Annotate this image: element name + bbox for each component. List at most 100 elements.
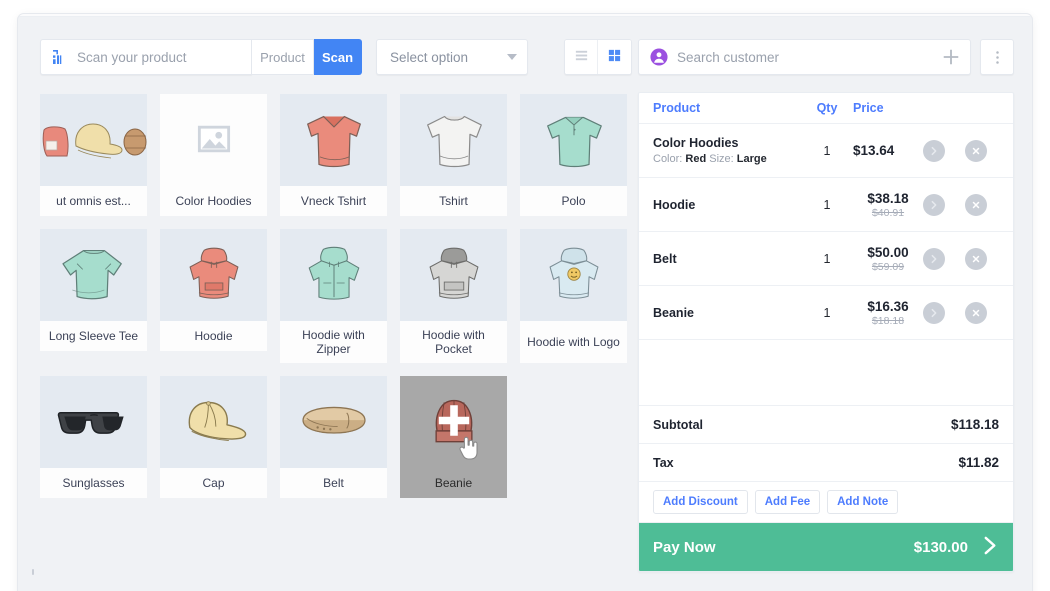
add-customer-button[interactable] [940, 46, 962, 68]
cart-row[interactable]: Hoodie 1 $38.18 $40.91 [639, 178, 1013, 232]
chevron-right-icon[interactable] [923, 247, 945, 270]
product-thumbnail [400, 229, 507, 321]
cart-item-name: Hoodie [653, 197, 696, 212]
customer-search-field[interactable] [638, 39, 971, 75]
close-circle-icon[interactable] [965, 247, 987, 270]
subtotal-value: $118.18 [950, 417, 999, 432]
product-thumbnail [160, 94, 267, 186]
product-tile[interactable]: Sunglasses [40, 376, 147, 498]
cart-card: Product Qty Price Color Hoodies Color: R… [638, 92, 1014, 572]
add-discount-button[interactable]: Add Discount [653, 490, 748, 514]
product-toolbar: Product Scan Select option [40, 39, 638, 75]
chevron-right-icon[interactable] [923, 193, 945, 216]
scan-field[interactable] [40, 39, 252, 75]
variant-color-value: Red [685, 153, 707, 165]
subtotal-label: Subtotal [653, 417, 703, 432]
cart-item-price-current: $16.36 [867, 298, 909, 314]
product-thumbnail [400, 94, 507, 186]
grid-view-button[interactable] [598, 40, 631, 74]
variant-color-label: Color: [653, 153, 683, 165]
product-thumbnail [520, 94, 627, 186]
add-fee-button[interactable]: Add Fee [754, 490, 821, 514]
segment-scan-button[interactable]: Scan [314, 39, 362, 75]
customer-avatar-icon [650, 48, 668, 66]
product-tile[interactable]: Cap [160, 376, 267, 498]
close-circle-icon[interactable] [965, 301, 987, 324]
cart-row-expand[interactable] [923, 301, 965, 324]
cart-item-name: Belt [653, 251, 677, 266]
column-header-qty: Qty [816, 101, 838, 115]
product-thumbnail [280, 229, 387, 321]
cart-row[interactable]: Beanie 1 $16.36 $18.18 [639, 286, 1013, 340]
product-tile[interactable]: Tshirt [400, 94, 507, 216]
cart-row[interactable]: Color Hoodies Color: Red Size: Large 1 $… [639, 124, 1013, 178]
chevron-right-icon[interactable] [923, 301, 945, 324]
placeholder-image-icon [197, 122, 231, 159]
cart-item-qty: 1 [823, 197, 831, 212]
cart-row-product: Belt [653, 252, 801, 266]
close-circle-icon[interactable] [965, 139, 987, 162]
product-tile[interactable]: Vneck Tshirt [280, 94, 387, 216]
segment-product-button[interactable]: Product [252, 39, 314, 75]
cart-row-expand[interactable] [923, 139, 965, 162]
product-tile[interactable]: Hoodie with Pocket [400, 229, 507, 363]
product-tile-label: ut omnis est... [40, 186, 147, 216]
cart-item-price: $16.36 $18.18 [853, 299, 923, 327]
chevron-right-icon [982, 535, 999, 559]
select-option-dropdown[interactable]: Select option [376, 39, 528, 75]
close-circle-icon[interactable] [965, 193, 987, 216]
product-tile-label: Vneck Tshirt [280, 186, 387, 216]
product-tile-label: Hoodie [160, 321, 267, 351]
product-tile[interactable]: Color Hoodies [160, 94, 267, 216]
cart-empty-space [639, 340, 1013, 406]
product-tile-label: Cap [160, 468, 267, 498]
sunglasses-icon [57, 411, 124, 434]
cart-item-price: $13.64 [853, 143, 923, 158]
product-tile[interactable]: Hoodie [160, 229, 267, 363]
pos-body: Product Scan Select option [18, 17, 1032, 591]
cart-item-price-current: $50.00 [867, 244, 909, 260]
list-view-button[interactable] [565, 40, 598, 74]
customer-search-input[interactable] [677, 49, 940, 65]
variant-size-value: Large [736, 153, 767, 165]
hoodie-zipper-icon [308, 246, 359, 300]
pay-now-amount: $130.00 [913, 538, 968, 556]
cart-row-remove[interactable] [965, 193, 999, 216]
product-tile[interactable]: Polo [520, 94, 627, 216]
cart-row-remove[interactable] [965, 247, 999, 270]
cart-item-price-original: $59.09 [871, 260, 905, 273]
product-tile-label: Hoodie with Pocket [400, 321, 507, 363]
subtotal-row: Subtotal $118.18 [639, 406, 1013, 444]
column-header-product: Product [653, 101, 701, 115]
product-thumbnail [40, 94, 147, 186]
product-tile-label: Sunglasses [40, 468, 147, 498]
cart-row-expand[interactable] [923, 193, 965, 216]
product-tile[interactable]: Beanie [400, 376, 507, 498]
product-tile[interactable]: Long Sleeve Tee [40, 229, 147, 363]
add-note-button[interactable]: Add Note [827, 490, 899, 514]
cart-item-price: $38.18 $40.91 [853, 191, 923, 219]
tax-label: Tax [653, 455, 674, 470]
product-tile[interactable]: Hoodie with Logo [520, 229, 627, 363]
cart-item-qty: 1 [823, 251, 831, 266]
hoodie-logo-icon [549, 247, 598, 299]
product-grid: ut omnis est... Color Hoodies Vneck Tshi… [40, 94, 638, 498]
product-tile[interactable]: Hoodie with Zipper [280, 229, 387, 363]
pay-now-button[interactable]: Pay Now $130.00 [639, 523, 1013, 571]
cart-row-remove[interactable] [965, 139, 999, 162]
cart-item-name: Color Hoodies [653, 136, 739, 150]
cart-item-qty: 1 [823, 143, 831, 158]
product-tile-label: Long Sleeve Tee [40, 321, 147, 351]
cart-row[interactable]: Belt 1 $50.00 $59.09 [639, 232, 1013, 286]
chevron-right-icon[interactable] [923, 139, 945, 162]
scan-input[interactable] [77, 49, 247, 65]
customer-menu-button[interactable] [980, 39, 1014, 75]
cart-row-remove[interactable] [965, 301, 999, 324]
pos-panel: Product Scan Select option [18, 14, 1032, 591]
tshirt-icon [426, 115, 482, 168]
product-thumbnail [280, 94, 387, 186]
cart-row-expand[interactable] [923, 247, 965, 270]
plus-icon [943, 49, 959, 65]
product-tile[interactable]: Belt [280, 376, 387, 498]
product-tile[interactable]: ut omnis est... [40, 94, 147, 216]
